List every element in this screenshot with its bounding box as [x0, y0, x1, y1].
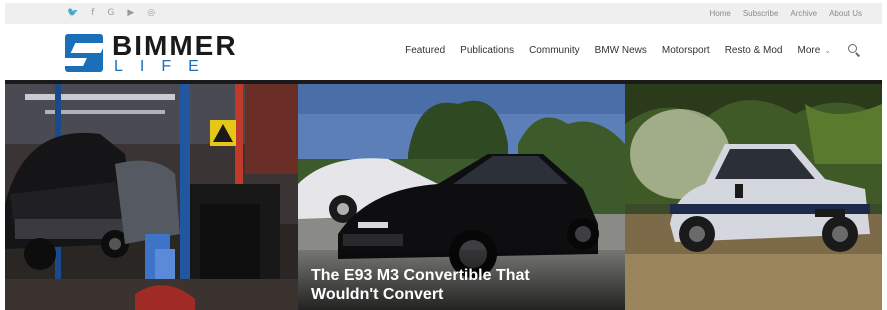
instagram-icon[interactable]: ◎: [147, 9, 155, 18]
nav-item-publications[interactable]: Publications: [460, 45, 514, 56]
social-links: 🐦 f G ▶ ◎: [67, 9, 155, 18]
i3-photo: [625, 84, 882, 310]
hero-tile-featured[interactable]: The E93 M3 Convertible That Wouldn't Con…: [298, 84, 625, 310]
logo-wordmark: BIMMER: [112, 30, 238, 61]
google-plus-icon[interactable]: G: [107, 9, 114, 18]
page: 🐦 f G ▶ ◎ Home Subscribe Archive About U…: [0, 0, 887, 310]
utility-links: Home Subscribe Archive About Us: [709, 9, 862, 18]
hero-grid: The E93 M3 Convertible That Wouldn't Con…: [5, 84, 882, 310]
twitter-icon[interactable]: 🐦: [67, 9, 78, 18]
main-nav: Featured Publications Community BMW News…: [405, 44, 860, 56]
site-logo[interactable]: BIMMER LIFE: [65, 32, 265, 76]
nav-item-motorsport[interactable]: Motorsport: [662, 45, 710, 56]
featured-caption[interactable]: The E93 M3 Convertible That Wouldn't Con…: [298, 250, 625, 310]
logo-mark-icon: [65, 34, 103, 72]
nav-item-community[interactable]: Community: [529, 45, 580, 56]
top-utility-bar: 🐦 f G ▶ ◎ Home Subscribe Archive About U…: [5, 3, 882, 24]
hero-tile-workshop[interactable]: [5, 84, 298, 310]
featured-caption-line-2: Wouldn't Convert: [311, 286, 444, 303]
home-link[interactable]: Home: [709, 9, 730, 18]
chevron-down-icon: ⌄: [824, 45, 831, 55]
hero-tile-i3[interactable]: [625, 84, 882, 310]
search-icon[interactable]: [848, 44, 860, 56]
nav-item-bmw-news[interactable]: BMW News: [595, 45, 647, 56]
nav-item-resto-mod[interactable]: Resto & Mod: [725, 45, 783, 56]
site-header: BIMMER LIFE Featured Publications Commun…: [5, 24, 882, 80]
archive-link[interactable]: Archive: [790, 9, 817, 18]
featured-caption-line-1: The E93 M3 Convertible That: [311, 267, 530, 284]
nav-item-more[interactable]: More ⌄: [798, 45, 832, 56]
facebook-icon[interactable]: f: [91, 9, 94, 18]
more-label: More: [797, 44, 821, 56]
nav-item-featured[interactable]: Featured: [405, 45, 445, 56]
subscribe-link[interactable]: Subscribe: [743, 9, 779, 18]
youtube-icon[interactable]: ▶: [127, 9, 134, 18]
logo-subtitle: LIFE: [114, 58, 216, 75]
about-us-link[interactable]: About Us: [829, 9, 862, 18]
workshop-photo: [5, 84, 298, 310]
